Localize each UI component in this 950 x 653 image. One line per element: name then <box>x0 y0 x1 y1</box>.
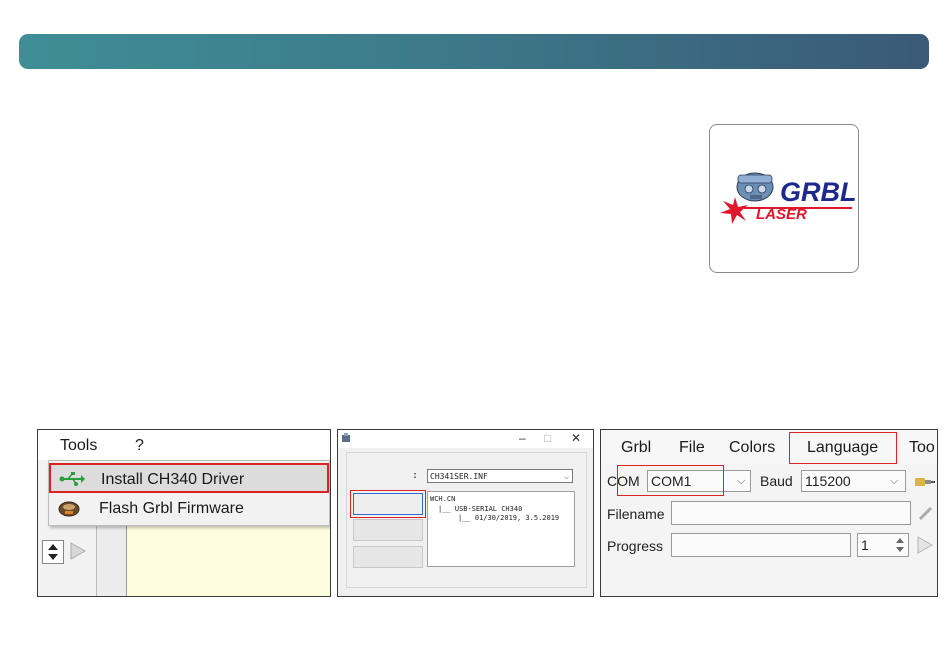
install-button[interactable] <box>350 490 426 518</box>
header-banner <box>19 34 929 69</box>
passes-value: 1 <box>861 537 869 553</box>
chevron-down-icon: ⌵ <box>890 475 899 487</box>
maximize-button[interactable]: □ <box>544 431 551 445</box>
baud-value: 115200 <box>805 473 851 489</box>
close-button[interactable]: ✕ <box>571 431 581 445</box>
lasergrbl-window-screenshot: Grbl File Colors Language Too COM COM1 ⌵… <box>600 429 938 597</box>
menu-item-flash-firmware[interactable]: Flash Grbl Firmware <box>49 494 329 524</box>
minimize-button[interactable]: – <box>519 431 526 445</box>
filename-label: Filename <box>607 506 665 522</box>
baud-label: Baud <box>760 473 793 489</box>
chevron-down-icon: ⌵ <box>564 472 569 481</box>
stepper-arrows-icon <box>896 538 904 552</box>
driver-installer-screenshot: – □ ✕ : CH341SER.INF ⌵ WCH.CN |__ USB-SE… <box>337 429 594 597</box>
tools-dropdown: Install CH340 Driver Flash Grbl Firmware <box>48 460 330 526</box>
progress-bar <box>671 533 851 557</box>
inf-file-value: CH341SER.INF <box>430 472 488 481</box>
inf-colon: : <box>412 470 419 481</box>
menu-help[interactable]: ? <box>135 437 144 455</box>
inf-file-select[interactable]: CH341SER.INF ⌵ <box>427 469 573 483</box>
logo-graphic: GRBL LASER <box>720 172 857 224</box>
menu-tools[interactable]: Tools <box>60 437 97 455</box>
grbl-laser-logo: GRBL LASER <box>709 124 859 273</box>
logo-word-grbl: GRBL <box>780 177 857 207</box>
info-line: |__ 01/30/2019, 3.5.2019 <box>458 514 560 522</box>
play-icon[interactable] <box>70 542 86 560</box>
menu-tools[interactable]: Too <box>909 439 935 457</box>
logo-word-laser: LASER <box>756 206 807 223</box>
uninstall-button[interactable] <box>353 519 423 541</box>
flash-firmware-label: Flash Grbl Firmware <box>99 500 244 517</box>
spinner-control[interactable] <box>42 540 64 564</box>
chevron-down-icon: ⌵ <box>737 475 746 487</box>
help-button[interactable] <box>353 546 423 568</box>
info-line: |__ USB-SERIAL CH340 <box>438 505 523 513</box>
menu-bar: Tools ? <box>38 430 330 460</box>
connect-icon[interactable] <box>913 472 935 492</box>
menu-colors[interactable]: Colors <box>729 439 775 457</box>
run-icon[interactable] <box>917 536 933 554</box>
installer-app-icon <box>342 433 350 442</box>
info-line: WCH.CN <box>430 495 456 503</box>
com-highlight <box>617 465 724 496</box>
progress-label: Progress <box>607 538 664 554</box>
driver-info-box: WCH.CN |__ USB-SERIAL CH340 |__ 01/30/20… <box>427 491 575 567</box>
usb-icon <box>59 472 85 486</box>
filename-input[interactable] <box>671 501 911 525</box>
chip-icon <box>58 501 80 517</box>
pencil-icon[interactable] <box>917 504 935 522</box>
menu-item-install-ch340[interactable]: Install CH340 Driver <box>49 463 329 493</box>
menu-file[interactable]: File <box>679 439 705 457</box>
menu-grbl[interactable]: Grbl <box>621 439 651 457</box>
spinner-arrows-icon <box>48 544 58 560</box>
installer-title-bar: – □ ✕ <box>338 430 593 448</box>
robot-head-icon <box>736 172 774 202</box>
passes-stepper[interactable]: 1 <box>857 533 909 557</box>
language-highlight <box>789 432 897 464</box>
tools-menu-screenshot: Tools ? Install CH340 Driver Flash Grbl … <box>37 429 331 597</box>
install-ch340-label: Install CH340 Driver <box>101 471 245 488</box>
